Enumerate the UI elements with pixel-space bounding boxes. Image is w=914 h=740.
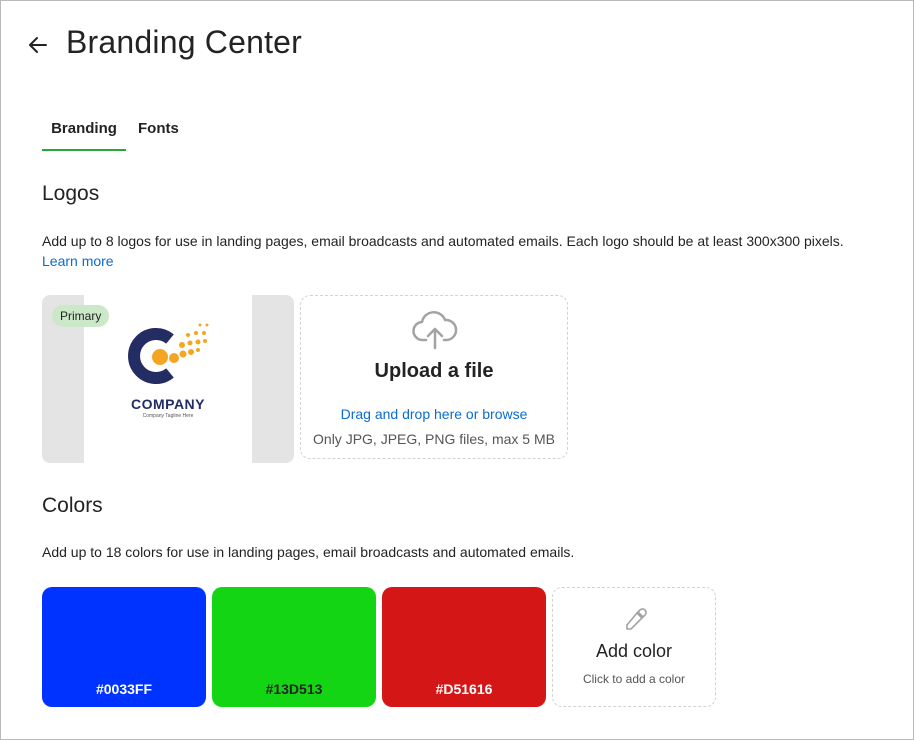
logos-description-text: Add up to 8 logos for use in landing pag…	[42, 233, 844, 249]
eyedropper-icon	[626, 608, 647, 630]
colors-description: Add up to 18 colors for use in landing p…	[42, 544, 575, 560]
add-color-button[interactable]: Add color Click to add a color	[552, 587, 716, 707]
color-swatch-label: #0033FF	[95, 681, 153, 697]
logos-section-title: Logos	[42, 182, 100, 205]
page-title: Branding Center	[66, 24, 303, 60]
add-color-title: Add color	[595, 641, 673, 661]
upload-title: Upload a file	[374, 360, 494, 382]
primary-badge: Primary	[52, 305, 110, 327]
logos-description: Add up to 8 logos for use in landing pag…	[42, 231, 844, 271]
tab-fonts[interactable]: Fonts	[138, 112, 179, 151]
colors-section-title: Colors	[42, 494, 103, 517]
tab-branding[interactable]: Branding	[42, 112, 126, 151]
logo-company-text: COMPANY	[130, 396, 206, 412]
arrow-left-icon[interactable]	[26, 33, 50, 57]
add-color-hint: Click to add a color	[582, 672, 686, 686]
cloud-upload-icon	[412, 311, 458, 350]
color-swatch[interactable]: #D51616	[382, 587, 546, 707]
company-logo-mark-icon	[128, 323, 209, 384]
learn-more-link[interactable]: Learn more	[42, 253, 114, 269]
color-swatch[interactable]: #0033FF	[42, 587, 206, 707]
browse-link[interactable]: Drag and drop here or browse	[301, 406, 567, 422]
color-swatch-label: #13D513	[265, 681, 323, 697]
color-swatch-label: #D51616	[435, 681, 493, 697]
color-swatch[interactable]: #13D513	[212, 587, 376, 707]
logo-tagline-text: Company Tagline Here	[142, 413, 194, 419]
upload-dropzone[interactable]: Upload a file Drag and drop here or brow…	[300, 295, 568, 459]
tab-bar: Branding Fonts	[42, 112, 179, 151]
logo-card-primary[interactable]: Primary COMPANY Company Tagline Here	[42, 295, 294, 463]
upload-hint: Only JPG, JPEG, PNG files, max 5 MB	[313, 431, 555, 447]
